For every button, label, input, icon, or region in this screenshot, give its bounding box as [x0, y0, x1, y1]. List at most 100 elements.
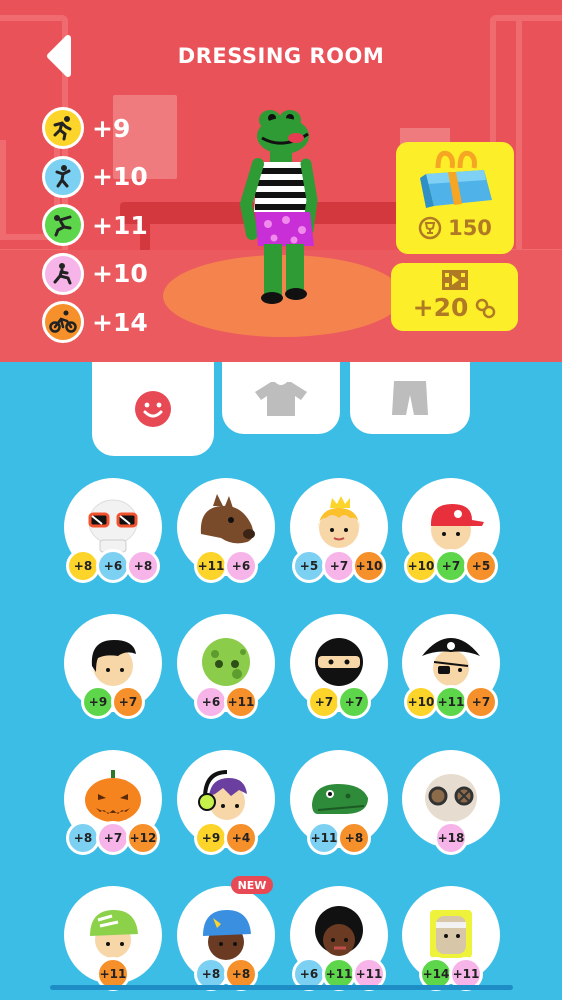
- item-blue-helmet[interactable]: NEW +8 +8: [177, 876, 275, 996]
- item-skull-sunglasses[interactable]: +8 +6 +8: [64, 478, 162, 588]
- pants-icon: [392, 381, 428, 415]
- stats-list: +9 +10 +11 +10 +14: [42, 104, 148, 347]
- tab-shirt[interactable]: [222, 362, 340, 434]
- stat-value-sliding: +10: [92, 259, 148, 289]
- chest-price: 150: [448, 216, 492, 240]
- stat-badge-pink: +8: [126, 549, 160, 583]
- tab-face[interactable]: [92, 362, 214, 456]
- stat-badge-orange: +12: [126, 821, 160, 855]
- stat-badge-blue: +5: [292, 549, 326, 583]
- item-pumpkin-head[interactable]: +8 +7 +12: [64, 750, 162, 860]
- gift-chest-icon: [420, 150, 492, 208]
- item-red-cap[interactable]: +10 +7 +5: [402, 478, 500, 588]
- stat-badges: +5 +7 +10: [290, 549, 388, 583]
- red-cap-icon: [431, 504, 484, 550]
- stat-badge-green: +11: [434, 685, 468, 719]
- stat-badge-orange: +7: [464, 685, 498, 719]
- stat-badge-pink: +6: [194, 685, 228, 719]
- stat-badge-orange: +4: [224, 821, 258, 855]
- stat-badge-blue: +6: [96, 549, 130, 583]
- item-princess-crown[interactable]: +5 +7 +10: [290, 478, 388, 588]
- item-horse-head[interactable]: +11 +6: [177, 478, 275, 588]
- stat-badge-orange: +8: [337, 821, 371, 855]
- stat-badge-pink: +7: [96, 821, 130, 855]
- stat-badge-yellow: +11: [194, 549, 228, 583]
- face-icon: [135, 391, 171, 427]
- stat-badge-pink: +6: [224, 549, 258, 583]
- tab-pants[interactable]: [350, 362, 470, 434]
- stat-badge-yellow: +10: [404, 685, 438, 719]
- item-crocodile-head[interactable]: +11 +8: [290, 750, 388, 860]
- coins-icon: [476, 298, 496, 318]
- stat-running: +9: [42, 104, 148, 153]
- cycling-icon: [42, 301, 84, 344]
- stat-badges: +11 +8: [290, 821, 388, 855]
- afro-hair-icon: [315, 906, 363, 956]
- watch-video-button[interactable]: +20: [391, 263, 518, 331]
- stat-badge-yellow: +9: [194, 821, 228, 855]
- headphones-icon: [198, 770, 247, 820]
- stat-badges: +8 +7 +12: [64, 821, 162, 855]
- stat-badge-orange: +10: [352, 549, 386, 583]
- black-hair-icon: [91, 640, 136, 686]
- gas-mask-icon: [425, 774, 477, 822]
- princess-crown-icon: [318, 496, 360, 548]
- jumping-icon: [42, 155, 84, 198]
- zombie-head-icon: [202, 638, 250, 686]
- stat-badge-green: +9: [81, 685, 115, 719]
- pumpkin-head-icon: [85, 770, 141, 822]
- running-icon: [42, 107, 84, 150]
- dressing-room-scene: DRESSING ROOM +9 +10 +11 +10 +14 150 +20: [0, 0, 562, 362]
- item-afro-hair[interactable]: +6 +11 +11: [290, 886, 388, 996]
- chest-purchase-button[interactable]: 150: [396, 142, 514, 254]
- green-helmet-icon: [90, 910, 138, 958]
- trophy-coin-icon: [418, 216, 442, 240]
- stat-badges: +18: [402, 821, 500, 855]
- item-ninja-mask[interactable]: +7 +7: [290, 614, 388, 724]
- item-gas-mask[interactable]: +18: [402, 750, 500, 860]
- page-title: DRESSING ROOM: [177, 44, 385, 68]
- pirate-hat-icon: [422, 638, 480, 686]
- item-zombie-head[interactable]: +6 +11: [177, 614, 275, 724]
- stat-badge-pink: +7: [322, 549, 356, 583]
- stat-badge-blue: +11: [307, 821, 341, 855]
- stat-badge-yellow: +10: [404, 549, 438, 583]
- stat-value-jumping: +10: [92, 162, 148, 192]
- stat-badges: +6 +11: [177, 685, 275, 719]
- item-green-helmet[interactable]: +11: [64, 886, 162, 996]
- stat-badges: +9 +4: [177, 821, 275, 855]
- stat-badge-green: +7: [337, 685, 371, 719]
- shirt-icon: [255, 382, 307, 416]
- wardrobe-panel: +8 +6 +8 +11 +6 +5 +7 +10 +10 +7 +5 +9 +7 +6 +11 +7 +7 +1…: [0, 362, 562, 1000]
- stat-badges: +7 +7: [290, 685, 388, 719]
- film-strip-icon: [442, 270, 468, 290]
- frog-character: [239, 110, 318, 304]
- item-bandage-head[interactable]: +14 +11: [402, 886, 500, 996]
- stat-badges: +10 +7 +5: [402, 549, 500, 583]
- stat-badge-blue: +8: [66, 821, 100, 855]
- stat-value-cycling: +14: [92, 307, 148, 337]
- stat-value-climbing: +11: [92, 210, 148, 240]
- new-badge: NEW: [231, 876, 273, 894]
- stat-jumping: +10: [42, 153, 148, 202]
- stat-badge-orange: +7: [111, 685, 145, 719]
- stat-climbing: +11: [42, 201, 148, 250]
- crocodile-head-icon: [312, 784, 368, 814]
- stat-badge-pink: +18: [434, 821, 468, 855]
- stat-cycling: +14: [42, 298, 148, 347]
- stat-value-running: +9: [92, 113, 131, 143]
- horse-head-icon: [200, 494, 255, 544]
- blue-helmet-icon: [203, 910, 251, 960]
- climbing-icon: [42, 204, 84, 247]
- stat-badges: +8 +6 +8: [64, 549, 162, 583]
- stat-badge-orange: +11: [224, 685, 258, 719]
- item-headphones[interactable]: +9 +4: [177, 750, 275, 860]
- item-black-hair[interactable]: +9 +7: [64, 614, 162, 724]
- item-pirate-hat[interactable]: +10 +11 +7: [402, 614, 500, 724]
- stat-badge-orange: +5: [464, 549, 498, 583]
- stat-badges: +10 +11 +7: [402, 685, 500, 719]
- skull-sunglasses-icon: [88, 499, 138, 553]
- stat-badge-green: +7: [434, 549, 468, 583]
- stat-badge-yellow: +7: [307, 685, 341, 719]
- scrollbar[interactable]: [50, 985, 513, 990]
